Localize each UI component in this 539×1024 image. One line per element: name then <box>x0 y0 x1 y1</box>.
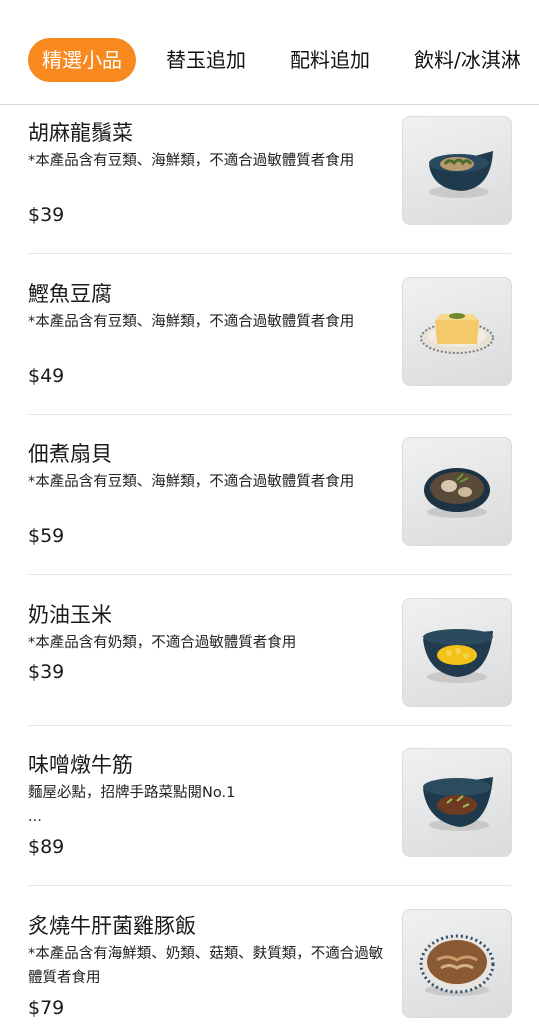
item-name: 鰹魚豆腐 <box>28 282 112 306</box>
rice-bowl-icon <box>419 934 495 996</box>
item-name: 胡麻龍鬚菜 <box>28 121 133 145</box>
item-description: *本產品含有海鮮類、奶類、菇類、麩質類，不適合過敏體質者食用 <box>28 946 384 986</box>
item-photo[interactable] <box>402 909 512 1018</box>
item-photo[interactable] <box>402 748 512 857</box>
tab-drinks-icecream[interactable]: 飲料/冰淇淋 <box>414 38 521 82</box>
bowl-greens-icon <box>429 151 493 198</box>
item-name: 味噌燉牛筋 <box>28 753 133 777</box>
corn-bowl-icon <box>423 629 493 683</box>
item-description: *本產品含有豆類、海鮮類，不適合過敏體質者食用 <box>28 153 355 169</box>
divider <box>28 253 511 254</box>
item-description: 麵屋必點，招牌手路菜點閱No.1 ... <box>28 785 236 825</box>
divider <box>28 725 511 726</box>
item-photo[interactable] <box>402 277 512 386</box>
item-price: $49 <box>28 365 65 387</box>
category-tab-bar: 精選小品 替玉追加 配料追加 飲料/冰淇淋 <box>0 0 539 105</box>
tab-extra-noodles[interactable]: 替玉追加 <box>166 38 246 82</box>
item-price: $89 <box>28 836 65 858</box>
item-price: $59 <box>28 525 65 547</box>
beef-tendon-bowl-icon <box>423 777 493 831</box>
divider <box>28 885 511 886</box>
item-name: 炙燒牛肝菌雞豚飯 <box>28 914 196 938</box>
item-name: 佃煮扇貝 <box>28 442 112 466</box>
item-price: $39 <box>28 661 65 683</box>
item-description: *本產品含有豆類、海鮮類，不適合過敏體質者食用 <box>28 474 355 490</box>
item-name: 奶油玉米 <box>28 603 112 627</box>
divider <box>28 414 511 415</box>
item-photo[interactable] <box>402 598 512 707</box>
item-photo[interactable] <box>402 437 512 546</box>
item-description: *本產品含有豆類、海鮮類，不適合過敏體質者食用 <box>28 314 355 330</box>
tofu-plate-icon <box>420 313 494 354</box>
tab-extra-toppings[interactable]: 配料追加 <box>290 38 370 82</box>
divider <box>28 574 511 575</box>
item-photo[interactable] <box>402 116 512 225</box>
scallop-bowl-icon <box>424 468 490 518</box>
tab-featured-sides[interactable]: 精選小品 <box>28 38 136 82</box>
item-price: $79 <box>28 997 65 1019</box>
item-description: *本產品含有奶類，不適合過敏體質者食用 <box>28 635 297 651</box>
item-price: $39 <box>28 204 65 226</box>
